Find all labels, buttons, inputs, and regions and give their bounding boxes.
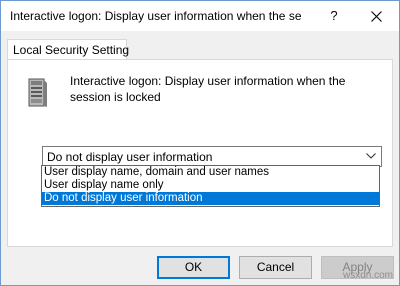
combobox-value: Do not display user information [47, 150, 213, 164]
security-setting-dialog: Interactive logon: Display user informat… [0, 0, 400, 286]
tab-panel: Interactive logon: Display user informat… [7, 59, 393, 247]
tab-local-security-setting[interactable]: Local Security Setting [7, 39, 129, 60]
ok-button[interactable]: OK [157, 256, 230, 279]
watermark: wsxdn.com [342, 270, 393, 281]
close-icon [371, 11, 382, 22]
window-title: Interactive logon: Display user informat… [10, 9, 302, 23]
close-button[interactable] [353, 1, 399, 31]
title-bar: Interactive logon: Display user informat… [1, 1, 399, 31]
dropdown-list: User display name, domain and user names… [41, 165, 380, 207]
policy-description: Interactive logon: Display user informat… [70, 74, 346, 104]
dropdown-option-do-not-display[interactable]: Do not display user information [42, 192, 379, 205]
cancel-button[interactable]: Cancel [239, 256, 312, 279]
user-info-combobox[interactable]: Do not display user information [42, 146, 382, 167]
chevron-down-icon [366, 153, 376, 159]
dropdown-option-name-domain-user[interactable]: User display name, domain and user names [42, 166, 379, 179]
server-icon [28, 78, 47, 107]
help-button[interactable]: ? [323, 5, 345, 27]
dropdown-option-display-name-only[interactable]: User display name only [42, 179, 379, 192]
